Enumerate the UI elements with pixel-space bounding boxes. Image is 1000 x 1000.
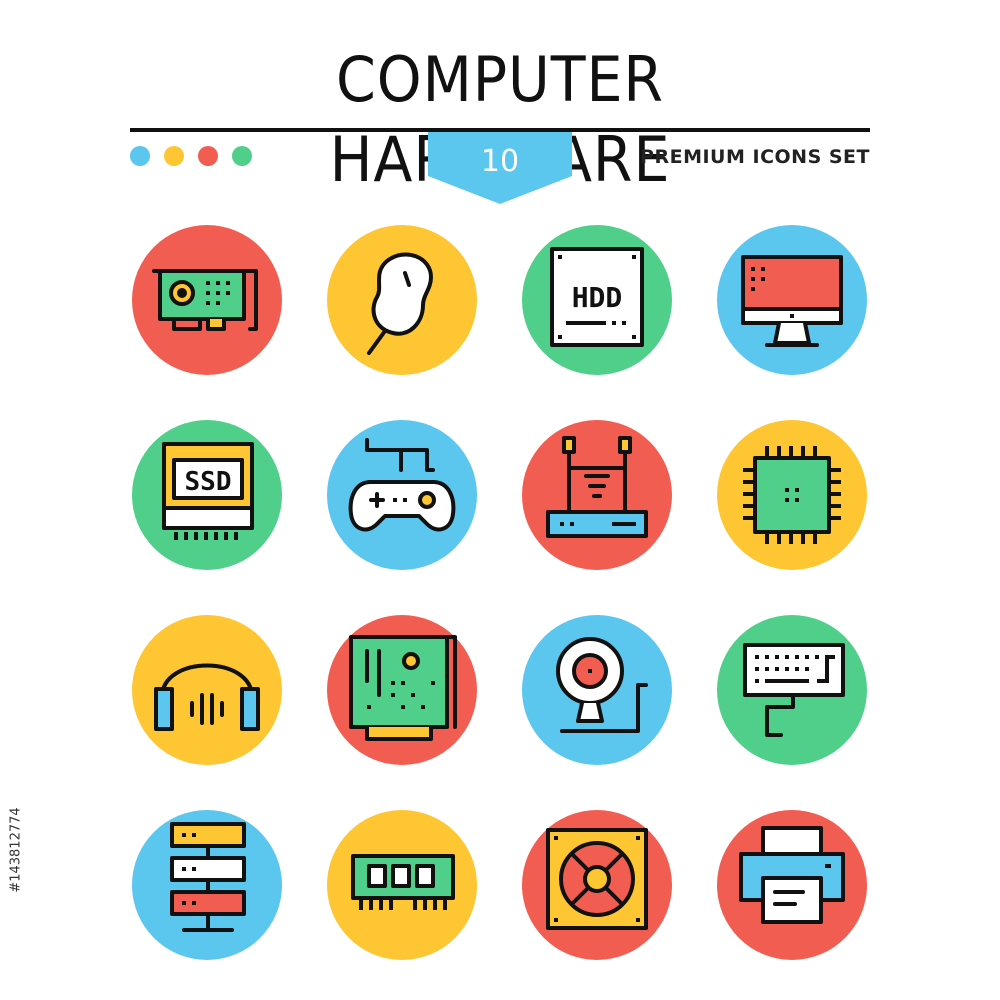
hdd-icon: HDD [522,225,672,375]
dot-blue [130,146,150,166]
dot-yellow [164,146,184,166]
graphics-card-icon [132,225,282,375]
badge-number: 10 [480,144,520,179]
sound-card-icon [327,615,477,765]
stock-id-text: #143812774 [8,807,24,893]
keyboard-icon [717,615,867,765]
count-badge: 10 [428,132,572,204]
ssd-label: SSD [185,467,232,497]
dot-red [198,146,218,166]
hdd-label: HDD [572,281,623,314]
monitor-icon [717,225,867,375]
cpu-chip-icon [717,420,867,570]
ssd-icon: SSD [132,420,282,570]
page-subtitle: PREMIUM ICONS SET [640,146,870,168]
stock-id-watermark: #143812774 [2,760,30,940]
server-rack-icon [132,810,282,960]
headphones-icon [132,615,282,765]
mouse-icon [327,225,477,375]
dot-green [232,146,252,166]
power-supply-fan-icon [522,810,672,960]
webcam-icon [522,615,672,765]
ram-memory-icon [327,810,477,960]
printer-icon [717,810,867,960]
gamepad-icon [327,420,477,570]
router-icon [522,420,672,570]
